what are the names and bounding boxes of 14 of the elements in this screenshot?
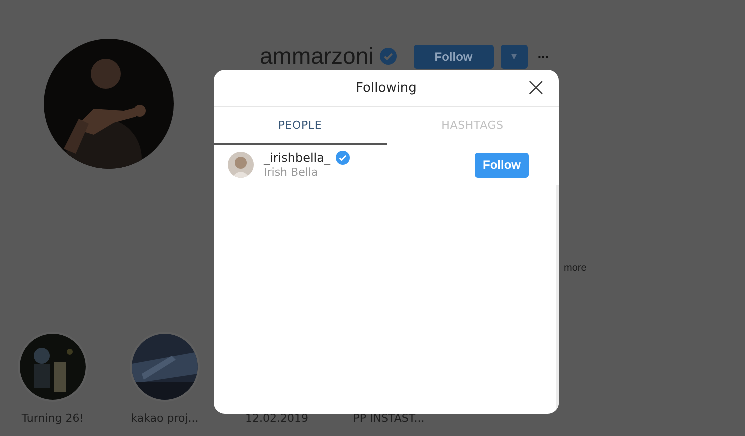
username: ammarzoni <box>260 43 374 70</box>
highlight-label[interactable]: kakao proj... <box>131 412 199 425</box>
dropdown-button[interactable]: ▾ <box>500 44 528 68</box>
more-options-button[interactable]: ··· <box>536 48 551 64</box>
more-link[interactable]: more <box>564 263 587 274</box>
dialog-title: Following <box>356 80 417 96</box>
follow-button[interactable]: Follow <box>414 44 494 68</box>
username[interactable]: _irishbella_ <box>264 151 330 165</box>
close-button[interactable]: × <box>523 75 549 101</box>
follow-button[interactable]: Follow <box>475 152 529 178</box>
highlight-label[interactable]: Turning 26! <box>22 412 84 425</box>
highlight-label[interactable]: 12.02.2019 <box>246 412 308 425</box>
highlight-label[interactable]: PP INSTAST... <box>353 412 425 425</box>
full-name: Irish Bella <box>264 166 320 179</box>
